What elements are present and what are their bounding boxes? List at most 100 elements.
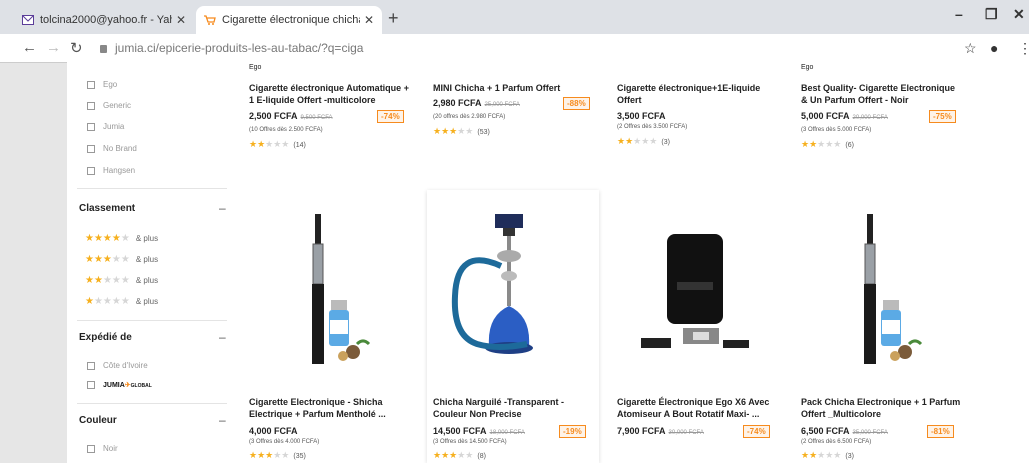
- product-brand: Ego: [249, 64, 262, 71]
- filter-label: Jumia: [103, 122, 125, 131]
- collapse-icon[interactable]: –: [219, 413, 226, 427]
- product-title[interactable]: MINI Chicha + 1 Parfum Offert: [433, 82, 593, 94]
- product-card[interactable]: Ego Cigarette électronique Automatique +…: [243, 62, 413, 172]
- product-title[interactable]: Cigarette Électronique Ego X6 Avec Atomi…: [617, 396, 777, 420]
- tab-title: Cigarette électronique chicha & ...: [222, 14, 360, 26]
- product-image-ecig-pen[interactable]: [283, 208, 383, 368]
- rating-filter-1[interactable]: ★★★★★ & plus: [85, 296, 158, 307]
- forward-icon[interactable]: →: [46, 39, 61, 56]
- filter-label: Hangsen: [103, 166, 136, 175]
- brand-filter-jumia[interactable]: Jumia: [87, 122, 124, 131]
- product-card[interactable]: MINI Chicha + 1 Parfum Offert 2,980 FCFA…: [427, 62, 597, 172]
- checkbox[interactable]: [87, 361, 95, 370]
- shipped-filter-cote-divoire[interactable]: Côte d'Ivoire: [87, 361, 148, 370]
- collapse-icon[interactable]: –: [219, 201, 226, 215]
- tab-title: tolcina2000@yahoo.fr - Yahoo M: [40, 14, 172, 26]
- rating-label: & plus: [135, 255, 159, 264]
- offers-text[interactable]: (3 Offres dès 4.000 FCFA): [249, 439, 319, 445]
- divider: [77, 188, 227, 189]
- checkbox[interactable]: [87, 444, 95, 453]
- stars-icon: ★★★★★: [85, 296, 130, 307]
- shipped-filter-jumia-global[interactable]: JUMIA✈GLOBAL: [87, 381, 152, 389]
- product-card[interactable]: Cigarette Électronique Ego X6 Avec Atomi…: [611, 190, 781, 463]
- discount-badge: -81%: [927, 425, 954, 438]
- close-window-icon[interactable]: ✕: [1013, 6, 1025, 23]
- checkbox[interactable]: [87, 166, 95, 175]
- jumia-global-logo: JUMIA✈GLOBAL: [103, 382, 152, 389]
- color-section-title: Couleur: [79, 415, 117, 426]
- discount-badge: -74%: [743, 425, 770, 438]
- checkbox[interactable]: [87, 122, 95, 131]
- mail-icon: [22, 15, 34, 25]
- product-image-hookah[interactable]: [437, 206, 587, 366]
- divider: [77, 403, 227, 404]
- rating-section-title: Classement: [79, 203, 136, 214]
- old-price: 25,000 FCFA: [484, 102, 520, 108]
- product-title[interactable]: Cigarette électronique Automatique + 1 E…: [249, 82, 409, 106]
- product-title[interactable]: Best Quality- Cigarette Electronique & U…: [801, 82, 961, 106]
- stars-icon: ★★★★★: [85, 254, 130, 265]
- offers-text[interactable]: (2 Offres dès 6.500 FCFA): [801, 439, 871, 445]
- offers-text[interactable]: (20 offres dès 2.980 FCFA): [433, 114, 505, 120]
- checkbox[interactable]: [87, 381, 95, 389]
- offers-text[interactable]: (10 Offres dès 2.500 FCFA): [249, 127, 323, 133]
- profile-icon[interactable]: ●: [990, 40, 998, 56]
- stars-icon: ★★★★★: [85, 233, 130, 244]
- product-card[interactable]: Pack Chicha Electronique + 1 Parfum Offe…: [795, 190, 965, 463]
- old-price: 18,000 FCFA: [489, 430, 525, 436]
- page-content: Ego Generic Jumia No Brand Hangsen Class…: [67, 62, 1029, 463]
- tab-yahoo-mail[interactable]: tolcina2000@yahoo.fr - Yahoo M ✕: [14, 6, 194, 34]
- rating-filter-4[interactable]: ★★★★★ & plus: [85, 233, 158, 244]
- tab-jumia-search[interactable]: Cigarette électronique chicha & ... ✕: [196, 6, 382, 34]
- product-card-hovered[interactable]: Chicha Narguilé -Transparent - Couleur N…: [427, 190, 599, 463]
- product-rating: ★★★★★ (6): [801, 139, 854, 149]
- product-brand: Ego: [801, 64, 814, 71]
- product-title[interactable]: Cigarette Electronique - Shicha Electriq…: [249, 396, 409, 420]
- shipped-from-section-title: Expédié de: [79, 332, 132, 343]
- product-price: 2,980 FCFA 25,000 FCFA: [433, 98, 520, 108]
- product-card[interactable]: Ego Best Quality- Cigarette Electronique…: [795, 62, 965, 172]
- color-filter-noir[interactable]: Noir: [87, 444, 118, 453]
- close-icon[interactable]: ✕: [364, 13, 374, 27]
- offers-text[interactable]: (2 Offres dès 3.500 FCFA): [617, 124, 687, 130]
- checkbox[interactable]: [87, 101, 95, 110]
- product-rating: ★★★★★ (53): [433, 126, 490, 136]
- brand-filter-no-brand[interactable]: No Brand: [87, 144, 137, 153]
- offers-text[interactable]: (3 Offres dès 14.500 FCFA): [433, 439, 507, 445]
- close-icon[interactable]: ✕: [176, 13, 186, 27]
- old-price: 9,500 FCFA: [300, 115, 333, 121]
- product-title[interactable]: Chicha Narguilé -Transparent - Couleur N…: [433, 396, 593, 420]
- maximize-icon[interactable]: ❐: [985, 6, 998, 23]
- url-text: jumia.ci/epicerie-produits-les-au-tabac/…: [115, 41, 364, 55]
- product-rating: ★★★★★ (14): [249, 139, 306, 149]
- product-image-ecig-kit[interactable]: [631, 226, 761, 366]
- collapse-icon[interactable]: –: [219, 330, 226, 344]
- reload-icon[interactable]: ↻: [70, 39, 83, 57]
- brand-filter-generic[interactable]: Generic: [87, 101, 131, 110]
- rating-filter-3[interactable]: ★★★★★ & plus: [85, 254, 158, 265]
- checkbox[interactable]: [87, 144, 95, 153]
- product-title[interactable]: Cigarette électronique+1E-liquide Offert: [617, 82, 777, 106]
- product-title[interactable]: Pack Chicha Electronique + 1 Parfum Offe…: [801, 396, 961, 420]
- product-price: 14,500 FCFA 18,000 FCFA: [433, 426, 525, 436]
- bookmark-star-icon[interactable]: ☆: [964, 40, 977, 57]
- rating-filter-2[interactable]: ★★★★★ & plus: [85, 275, 158, 286]
- browser-toolbar: ← → ↻ jumia.ci/epicerie-produits-les-au-…: [0, 34, 1029, 63]
- back-icon[interactable]: ←: [22, 39, 37, 56]
- rating-label: & plus: [135, 276, 159, 285]
- menu-icon[interactable]: ⋮: [1018, 40, 1029, 57]
- product-price: 6,500 FCFA 35,000 FCFA: [801, 426, 888, 436]
- product-image-ecig-pen[interactable]: [835, 208, 935, 368]
- brand-filter-ego[interactable]: Ego: [87, 80, 117, 89]
- checkbox[interactable]: [87, 80, 95, 89]
- product-card[interactable]: Cigarette électronique+1E-liquide Offert…: [611, 62, 781, 172]
- product-card[interactable]: Cigarette Electronique - Shicha Electriq…: [243, 190, 413, 463]
- offers-text[interactable]: (3 Offres dès 5.000 FCFA): [801, 127, 871, 133]
- new-tab-icon[interactable]: +: [388, 8, 399, 29]
- brand-filter-hangsen[interactable]: Hangsen: [87, 166, 135, 175]
- old-price: 20,000 FCFA: [852, 115, 888, 121]
- address-bar[interactable]: jumia.ci/epicerie-produits-les-au-tabac/…: [100, 38, 940, 58]
- filter-label: Côte d'Ivoire: [103, 361, 148, 370]
- minimize-icon[interactable]: –: [955, 6, 963, 22]
- filter-label: Ego: [103, 80, 118, 89]
